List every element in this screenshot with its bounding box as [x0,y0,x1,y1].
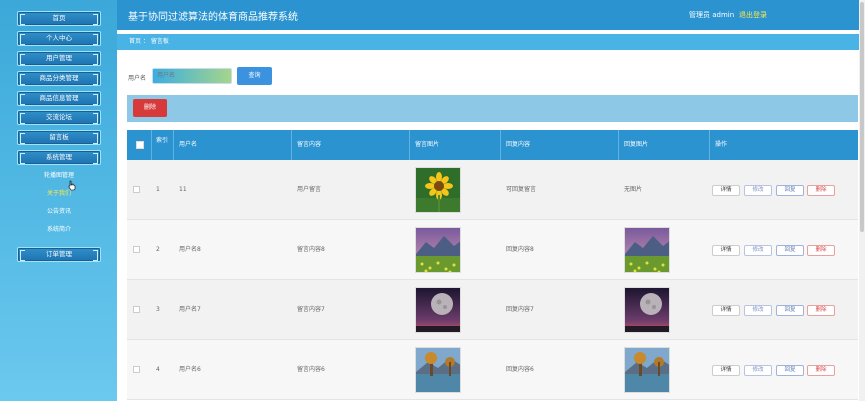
reply-button[interactable]: 回复 [776,185,804,196]
message-image[interactable] [415,227,461,273]
table-row: 4 用户名6 留言内容6 回复内容6 详情 修改 回复 删除 [127,340,858,400]
top-header: 基于协同过滤算法的体育商品推荐系统 管理员 admin 退出登录 [117,0,859,30]
col-index: 索引 [155,137,168,144]
detail-button[interactable]: 详情 [712,245,740,256]
sidebar-item-category[interactable]: 商品分类管理 [17,71,101,86]
table-row: 1 11 用户留言 可回复留言 无图片 详情 修改 回复 删除 [127,160,858,220]
reply-button[interactable]: 回复 [776,365,804,376]
table-row: 2 用户名8 留言内容8 回复内容8 详情 修改 回复 删除 [127,220,858,280]
action-bar: 删除 [127,95,858,122]
select-all-checkbox[interactable] [136,141,144,149]
sidebar-item-users[interactable]: 用户管理 [17,51,101,66]
logout-link[interactable]: 退出登录 [739,10,767,20]
row-checkbox[interactable] [133,366,140,373]
submenu-carousel[interactable]: 轮播图管理 [17,168,101,183]
message-image[interactable] [415,347,461,393]
row-index: 1 [156,186,160,193]
col-image: 留言图片 [415,141,440,148]
batch-delete-button[interactable]: 删除 [133,99,167,117]
row-reply-image-text: 无图片 [624,186,643,193]
row-checkbox[interactable] [133,306,140,313]
sidebar-item-forum[interactable]: 交流论坛 [17,110,101,125]
submenu-news[interactable]: 公告资讯 [17,204,101,219]
reply-image[interactable] [624,227,670,273]
row-username: 用户名8 [179,246,201,253]
col-username: 用户名 [179,141,198,148]
row-content: 留言内容8 [297,246,325,253]
row-reply: 回复内容7 [506,306,534,313]
sidebar-item-home[interactable]: 首页 [17,11,101,26]
scrollbar-thumb[interactable] [860,2,864,232]
reply-button[interactable]: 回复 [776,245,804,256]
delete-button[interactable]: 删除 [807,305,835,316]
search-label: 用户名 [128,75,147,82]
col-content: 留言内容 [297,141,322,148]
row-content: 留言内容6 [297,366,325,373]
delete-button[interactable]: 删除 [807,365,835,376]
detail-button[interactable]: 详情 [712,365,740,376]
sidebar-item-profile[interactable]: 个人中心 [17,31,101,46]
submenu-intro[interactable]: 系统简介 [17,222,101,237]
row-checkbox[interactable] [133,186,140,193]
edit-button[interactable]: 修改 [744,365,772,376]
table-header: 索引 用户名 留言内容 留言图片 回复内容 回复图片 操作 [127,130,858,160]
search-input[interactable] [152,68,232,84]
message-image[interactable] [415,167,461,213]
reply-button[interactable]: 回复 [776,305,804,316]
messages-table: 索引 用户名 留言内容 留言图片 回复内容 回复图片 操作 1 11 用户留言 [127,130,858,400]
edit-button[interactable]: 修改 [744,185,772,196]
sidebar-item-orders[interactable]: 订单管理 [17,247,101,262]
sidebar: 首页 个人中心 用户管理 商品分类管理 商品信息管理 交流论坛 留言板 系统管理… [0,0,117,401]
sidebar-item-system[interactable]: 系统管理 [17,150,101,165]
col-actions: 操作 [715,141,728,148]
edit-button[interactable]: 修改 [744,305,772,316]
row-content: 用户留言 [297,186,322,193]
delete-button[interactable]: 删除 [807,185,835,196]
delete-button[interactable]: 删除 [807,245,835,256]
sidebar-item-messages[interactable]: 留言板 [17,130,101,145]
row-username: 11 [179,186,187,193]
row-index: 2 [156,246,160,253]
row-index: 3 [156,306,160,313]
sidebar-item-products[interactable]: 商品信息管理 [17,91,101,106]
col-reply-image: 回复图片 [624,141,649,148]
edit-button[interactable]: 修改 [744,245,772,256]
breadcrumb: 首页 ： 留言板 [117,34,859,50]
row-username: 用户名7 [179,306,201,313]
row-reply: 回复内容8 [506,246,534,253]
current-user: 管理员 admin [689,11,735,19]
submenu-about[interactable]: 关于我们 [17,186,101,201]
row-reply: 可回复留言 [506,186,537,193]
message-image[interactable] [415,287,461,333]
reply-image[interactable] [624,287,670,333]
row-username: 用户名6 [179,366,201,373]
row-reply: 回复内容6 [506,366,534,373]
detail-button[interactable]: 详情 [712,185,740,196]
col-reply: 回复内容 [506,141,531,148]
row-index: 4 [156,366,160,373]
row-checkbox[interactable] [133,246,140,253]
detail-button[interactable]: 详情 [712,305,740,316]
reply-image[interactable] [624,347,670,393]
app-title: 基于协同过滤算法的体育商品推荐系统 [128,12,298,23]
page-scrollbar[interactable] [859,0,865,401]
row-content: 留言内容7 [297,306,325,313]
table-row: 3 用户名7 留言内容7 回复内容7 详情 修改 回复 删除 [127,280,858,340]
hand-cursor-icon [68,180,76,191]
search-button[interactable]: 查询 [237,67,272,85]
